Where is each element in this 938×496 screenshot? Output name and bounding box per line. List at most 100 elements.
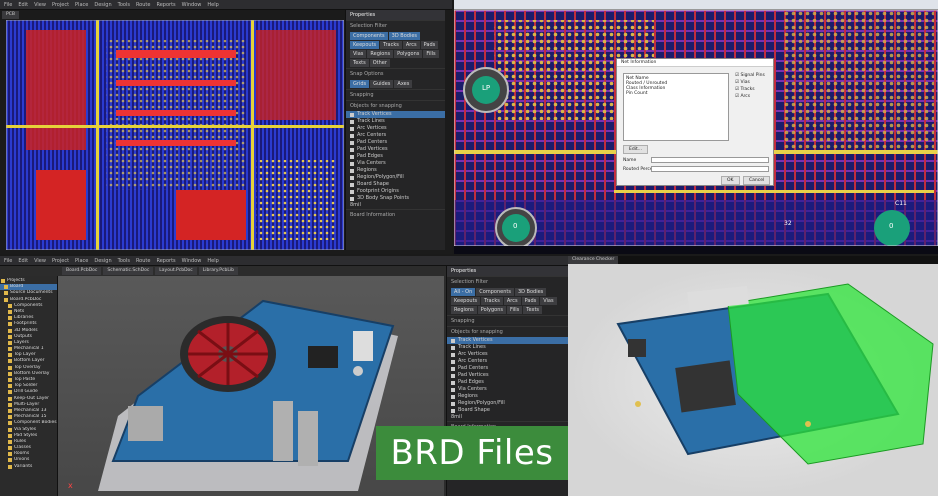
snap-object-item[interactable]: Pad Vertices [346, 146, 445, 153]
snap-object-item[interactable]: Regions [346, 167, 445, 174]
routed-percent-field[interactable] [651, 166, 769, 172]
filter-button[interactable]: Components [350, 32, 388, 40]
pcb-canvas[interactable] [5, 19, 345, 251]
board-information-heading[interactable]: Board Information [346, 209, 445, 220]
snap-object-item[interactable]: Region/Polygon/Fill [346, 174, 445, 181]
menu-item[interactable]: Edit [18, 258, 28, 264]
snap-options-heading[interactable]: Snap Options [346, 68, 445, 79]
checkbox-icon[interactable] [350, 154, 354, 159]
menu-item[interactable]: File [4, 2, 12, 8]
menu-item[interactable]: Reports [156, 2, 175, 8]
snap-object-item[interactable]: Pad Edges [346, 153, 445, 160]
filter-button[interactable]: Tracks [380, 41, 402, 49]
snap-object-item[interactable]: Regions [447, 393, 568, 400]
checkbox-icon[interactable] [451, 408, 455, 413]
snap-distance-field[interactable]: 8mil [346, 202, 445, 209]
filter-button[interactable]: 3D Bodies [514, 288, 547, 296]
checkbox-icon[interactable] [451, 373, 455, 378]
net-list[interactable]: Net Name Routed / Unrouted Class Informati… [623, 73, 729, 141]
filter-button[interactable]: Arcs [503, 297, 521, 305]
cancel-button[interactable]: Cancel [743, 176, 771, 185]
checkbox-icon[interactable] [350, 112, 354, 117]
menu-item[interactable]: Window [182, 258, 202, 264]
checkbox-icon[interactable] [451, 352, 455, 357]
3d-viewport[interactable] [568, 264, 938, 496]
menu-item[interactable]: Window [182, 2, 202, 8]
checkbox-icon[interactable] [350, 140, 354, 145]
menu-item[interactable]: Route [136, 2, 151, 8]
snap-option-button[interactable]: Axes [394, 80, 413, 88]
snap-object-item[interactable]: Track Vertices [346, 111, 445, 118]
document-tab[interactable]: Schematic.SchDoc [103, 267, 154, 275]
checkbox-icon[interactable] [451, 387, 455, 392]
checkbox-icon[interactable] [350, 189, 354, 194]
checkbox-icon[interactable] [451, 380, 455, 385]
snap-object-item[interactable]: Pad Centers [346, 139, 445, 146]
document-tab[interactable]: Board.PcbDoc [62, 267, 102, 275]
menu-item[interactable]: View [34, 2, 46, 8]
snap-object-item[interactable]: Track Lines [346, 118, 445, 125]
clearance-checker-tab[interactable]: Clearance Checker [568, 256, 619, 264]
dialog-option-checkbox[interactable]: ☑ Tracks [735, 87, 771, 94]
checkbox-icon[interactable] [451, 394, 455, 399]
filter-button[interactable]: Other [369, 59, 390, 67]
dialog-option-checkbox[interactable]: ☑ Vias [735, 80, 771, 87]
objects-for-snapping-heading[interactable]: Objects for snapping [346, 100, 445, 111]
selection-filter-heading[interactable]: Selection Filter [346, 20, 445, 31]
menu-item[interactable]: Design [94, 2, 111, 8]
menu-item[interactable]: Tools [118, 2, 130, 8]
menu-item[interactable]: Help [207, 258, 218, 264]
checkbox-icon[interactable] [350, 119, 354, 124]
dialog-option-checkbox[interactable]: ☑ Signal Pins [735, 73, 771, 80]
tree-item[interactable]: Variants [0, 464, 57, 470]
menu-item[interactable]: Project [52, 2, 69, 8]
snap-object-item[interactable]: Track Vertices [447, 337, 568, 344]
filter-button[interactable]: All - On [451, 288, 476, 296]
filter-button[interactable]: Components [476, 288, 514, 296]
filter-button[interactable]: Vias [540, 297, 557, 305]
snap-object-item[interactable]: Pad Centers [447, 365, 568, 372]
checkbox-icon[interactable] [350, 196, 354, 201]
menu-item[interactable]: View [34, 258, 46, 264]
snap-object-item[interactable]: Track Lines [447, 344, 568, 351]
menu-item[interactable]: Project [52, 258, 69, 264]
menu-item[interactable]: Place [75, 258, 88, 264]
snap-object-item[interactable]: Board Shape [447, 407, 568, 414]
filter-button[interactable]: Regions [451, 306, 477, 314]
edit-button[interactable]: Edit... [623, 145, 649, 154]
filter-button[interactable]: Keepouts [451, 297, 481, 305]
snap-object-item[interactable]: Arc Centers [447, 358, 568, 365]
checkbox-icon[interactable] [451, 345, 455, 350]
filter-button[interactable]: Vias [350, 50, 367, 58]
checkbox-icon[interactable] [350, 147, 354, 152]
snap-object-item[interactable]: Board Shape [346, 181, 445, 188]
checkbox-icon[interactable] [350, 182, 354, 187]
ok-button[interactable]: OK [721, 176, 740, 185]
menu-item[interactable]: Edit [18, 2, 28, 8]
menu-item[interactable]: Reports [156, 258, 175, 264]
menu-item[interactable]: File [4, 258, 12, 264]
filter-button[interactable]: Polygons [394, 50, 423, 58]
checkbox-icon[interactable] [350, 161, 354, 166]
filter-button[interactable]: Arcs [402, 41, 420, 49]
snap-object-item[interactable]: Pad Vertices [447, 372, 568, 379]
menu-item[interactable]: Route [136, 258, 151, 264]
document-tab[interactable]: Layout.PcbDoc [155, 267, 197, 275]
filter-button[interactable]: Pads [420, 41, 439, 49]
snap-object-item[interactable]: Arc Centers [346, 132, 445, 139]
filter-button[interactable]: Fills [507, 306, 523, 314]
selection-filter-heading[interactable]: Selection Filter [447, 276, 568, 287]
snap-object-item[interactable]: Arc Vertices [346, 125, 445, 132]
checkbox-icon[interactable] [451, 338, 455, 343]
menu-item[interactable]: Tools [118, 258, 130, 264]
snap-object-item[interactable]: Footprint Origins [346, 188, 445, 195]
snap-object-item[interactable]: Arc Vertices [447, 351, 568, 358]
snapping-heading[interactable]: Snapping [346, 89, 445, 100]
filter-button[interactable]: Polygons [477, 306, 506, 314]
checkbox-icon[interactable] [451, 366, 455, 371]
snap-object-item[interactable]: Region/Polygon/Fill [447, 400, 568, 407]
filter-button[interactable]: Texts [350, 59, 369, 67]
snapping-heading[interactable]: Snapping [447, 315, 568, 326]
snap-option-button[interactable]: Grids [350, 80, 370, 88]
checkbox-icon[interactable] [350, 133, 354, 138]
